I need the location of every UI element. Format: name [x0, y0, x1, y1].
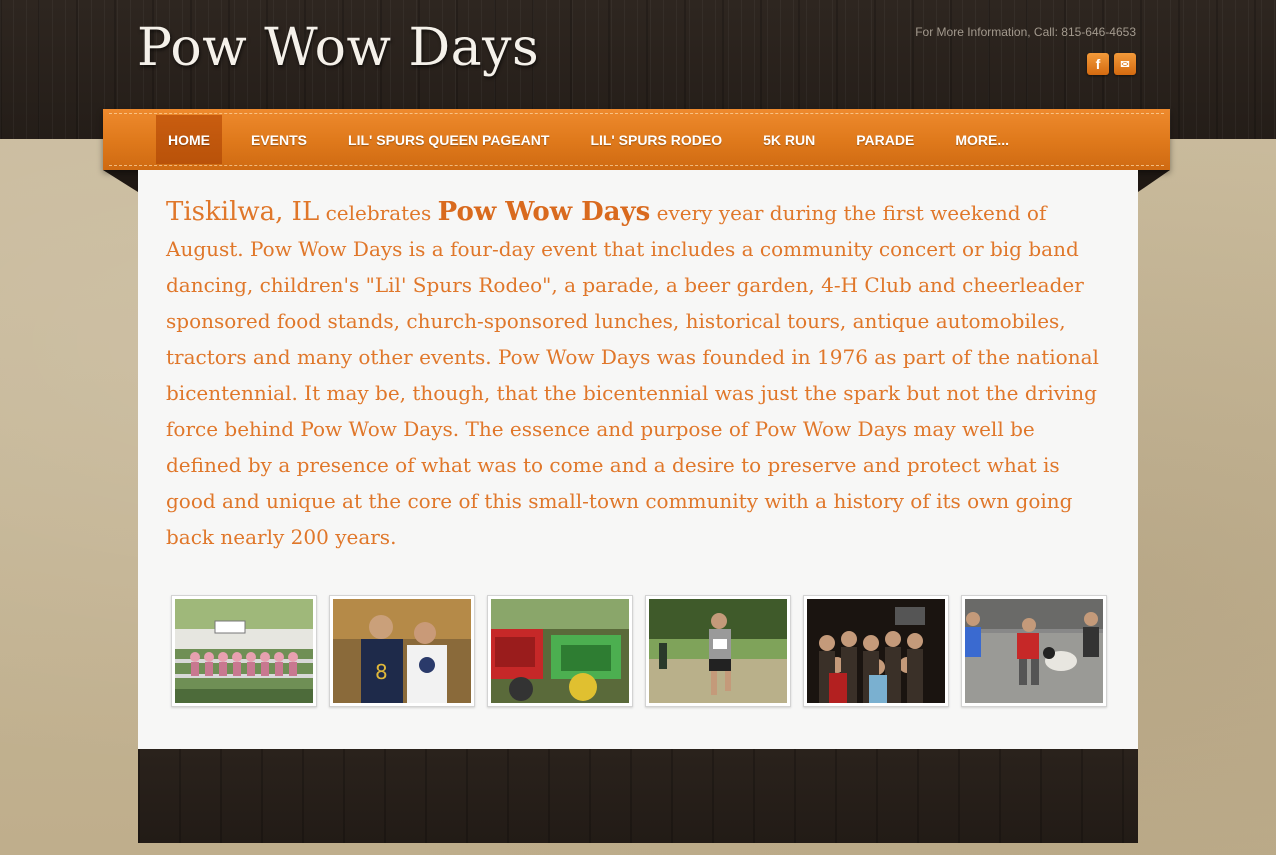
- social-links: f ✉: [1087, 53, 1136, 75]
- nav-rodeo[interactable]: LIL' SPURS RODEO: [578, 115, 734, 164]
- intro-text-1: celebrates: [319, 201, 438, 225]
- gallery-thumb-group-photo[interactable]: [803, 595, 949, 707]
- intro-paragraph: Tiskilwa, IL celebrates Pow Wow Days eve…: [166, 194, 1106, 555]
- photo-image: [491, 599, 629, 703]
- footer-background: [138, 749, 1138, 843]
- intro-location: Tiskilwa, IL: [166, 197, 320, 227]
- nav-home[interactable]: HOME: [156, 115, 222, 164]
- gallery-thumb-sheep-rodeo[interactable]: [961, 595, 1107, 707]
- photo-image: [175, 599, 313, 703]
- gallery-thumb-couple[interactable]: 8: [329, 595, 475, 707]
- nav-fold-left: [103, 170, 138, 192]
- main-content: Tiskilwa, IL celebrates Pow Wow Days eve…: [138, 170, 1138, 749]
- facebook-icon[interactable]: f: [1087, 53, 1109, 75]
- nav-fold-right: [1138, 170, 1170, 192]
- intro-text-2: every year during the first weekend of A…: [166, 201, 1099, 549]
- intro-brand: Pow Wow Days: [437, 197, 651, 227]
- photo-gallery: 8: [171, 595, 1107, 707]
- nav-events[interactable]: EVENTS: [239, 115, 319, 164]
- photo-image: 8: [333, 599, 471, 703]
- svg-text:8: 8: [375, 660, 388, 684]
- main-nav: HOME EVENTS LIL' SPURS QUEEN PAGEANT LIL…: [103, 109, 1170, 170]
- nav-parade[interactable]: PARADE: [844, 115, 926, 164]
- photo-image: [965, 599, 1103, 703]
- photo-image: [649, 599, 787, 703]
- nav-5k-run[interactable]: 5K RUN: [751, 115, 827, 164]
- photo-image: [807, 599, 945, 703]
- gallery-thumb-5k-runner[interactable]: [645, 595, 791, 707]
- gallery-thumb-rodeo-fence[interactable]: [171, 595, 317, 707]
- gallery-thumb-tractors[interactable]: [487, 595, 633, 707]
- contact-info: For More Information, Call: 815-646-4653: [915, 25, 1136, 39]
- nav-queen-pageant[interactable]: LIL' SPURS QUEEN PAGEANT: [336, 115, 561, 164]
- site-title[interactable]: Pow Wow Days: [137, 18, 539, 78]
- nav-more[interactable]: MORE...: [943, 115, 1021, 164]
- email-icon[interactable]: ✉: [1114, 53, 1136, 75]
